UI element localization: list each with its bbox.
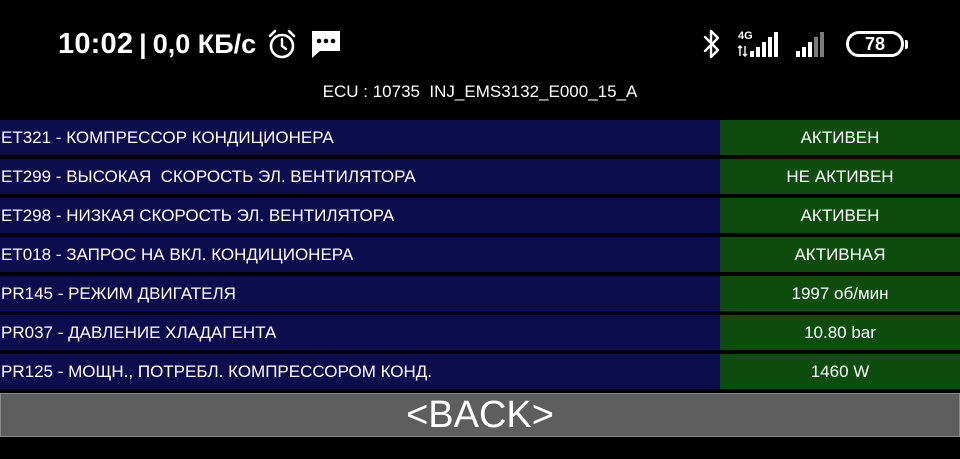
row-value: 1460 W (720, 354, 960, 389)
network-speed: 0,0 КБ/с (152, 28, 257, 59)
status-bar: 10:02 | 0,0 КБ/с 4G 78 (0, 0, 960, 80)
row-value: 10.80 bar (720, 315, 960, 350)
row-label: PR145 - РЕЖИМ ДВИГАТЕЛЯ (0, 276, 720, 311)
row-value: АКТИВЕН (720, 198, 960, 233)
ecu-info: ECU : 10735 INJ_EMS3132_E000_15_A (322, 82, 638, 101)
row-label: PR037 - ДАВЛЕНИЕ ХЛАДАГЕНТА (0, 315, 720, 350)
row-label: ET299 - ВЫСОКАЯ СКОРОСТЬ ЭЛ. ВЕНТИЛЯТОРА (0, 159, 720, 194)
table-row[interactable]: PR037 - ДАВЛЕНИЕ ХЛАДАГЕНТА 10.80 bar (0, 315, 960, 350)
network-type-label: 4G (738, 30, 753, 42)
table-row[interactable]: PR125 - МОЩН., ПОТРЕБЛ. КОМПРЕССОРОМ КОН… (0, 354, 960, 389)
row-label: ET018 - ЗАПРОС НА ВКЛ. КОНДИЦИОНЕРА (0, 237, 720, 272)
row-label: ET321 - КОМПРЕССОР КОНДИЦИОНЕРА (0, 120, 720, 155)
row-value: АКТИВНАЯ (720, 237, 960, 272)
ecu-header: ECU : 10735 INJ_EMS3132_E000_15_A (0, 82, 960, 106)
back-button[interactable]: <BACK> (0, 393, 960, 437)
message-icon (310, 29, 342, 59)
row-value: 1997 об/мин (720, 276, 960, 311)
battery-tip (905, 40, 908, 49)
row-value: НЕ АКТИВЕН (720, 159, 960, 194)
signal-icon (794, 28, 832, 60)
table-row[interactable]: ET298 - НИЗКАЯ СКОРОСТЬ ЭЛ. ВЕНТИЛЯТОРА … (0, 198, 960, 233)
battery-icon: 78 (846, 31, 908, 57)
row-label: PR125 - МОЩН., ПОТРЕБЛ. КОМПРЕССОРОМ КОН… (0, 354, 720, 389)
alarm-clock-icon (266, 28, 298, 60)
status-left: 10:02 | 0,0 КБ/с (58, 24, 342, 64)
battery-level: 78 (864, 34, 886, 54)
table-row[interactable]: ET299 - ВЫСОКАЯ СКОРОСТЬ ЭЛ. ВЕНТИЛЯТОРА… (0, 159, 960, 194)
row-value: АКТИВЕН (720, 120, 960, 155)
bluetooth-icon (702, 28, 722, 60)
status-right: 4G 78 (702, 22, 908, 66)
screen: 10:02 | 0,0 КБ/с 4G 78 ECU: 10735 INJ_E… (0, 0, 960, 459)
table-row[interactable]: ET321 - КОМПРЕССОР КОНДИЦИОНЕРА АКТИВЕН (0, 120, 960, 155)
signal-4g-icon: 4G (736, 28, 780, 60)
clock: 10:02 (58, 27, 134, 60)
table-row[interactable]: PR145 - РЕЖИМ ДВИГАТЕЛЯ 1997 об/мин (0, 276, 960, 311)
status-separator: | (139, 28, 147, 59)
table-row[interactable]: ET018 - ЗАПРОС НА ВКЛ. КОНДИЦИОНЕРА АКТИ… (0, 237, 960, 272)
row-label: ET298 - НИЗКАЯ СКОРОСТЬ ЭЛ. ВЕНТИЛЯТОРА (0, 198, 720, 233)
